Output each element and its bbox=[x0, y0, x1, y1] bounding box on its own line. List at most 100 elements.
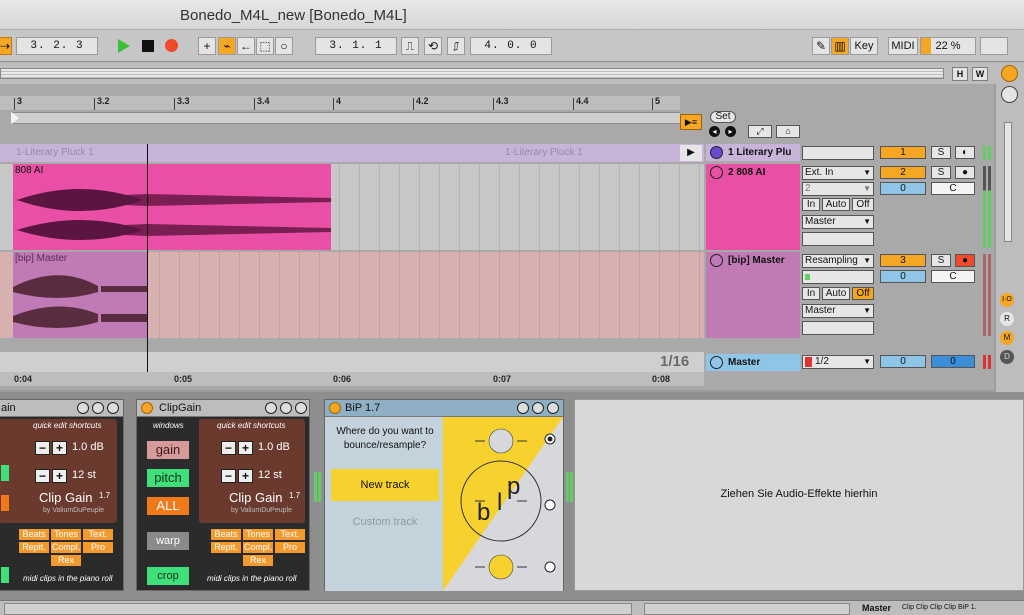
width-button[interactable]: W bbox=[972, 67, 988, 81]
pitch-minus[interactable]: − bbox=[221, 469, 236, 483]
master-output[interactable]: 1/2 ▼ bbox=[802, 355, 874, 369]
fold-icon[interactable] bbox=[710, 254, 723, 267]
monitor-off[interactable]: Off bbox=[852, 287, 874, 300]
record-icon[interactable] bbox=[165, 39, 178, 52]
device-icon-1[interactable] bbox=[517, 402, 529, 414]
track-header-2[interactable]: 2 808 AI bbox=[706, 164, 800, 181]
follow-icon[interactable]: ⇢ bbox=[0, 37, 12, 55]
pitch-button[interactable]: pitch bbox=[147, 469, 189, 487]
tag-repit[interactable]: Repit. bbox=[211, 542, 241, 553]
overdub-icon[interactable]: + bbox=[198, 37, 216, 55]
track2-activator[interactable]: 2 bbox=[880, 166, 926, 179]
tag-tones[interactable]: Tones bbox=[51, 529, 81, 540]
track-lane-1[interactable]: 1-Literary Pluck 1 1-Literary Pluck 1 ▶ bbox=[0, 144, 704, 162]
io-toggle-icon[interactable]: I·O bbox=[1000, 293, 1014, 307]
play-icon[interactable] bbox=[710, 356, 723, 369]
beat-ruler[interactable]: 3 3.2 3.3 3.4 4 4.2 4.3 4.4 5 bbox=[0, 96, 680, 110]
monitor-off[interactable]: Off bbox=[852, 198, 874, 211]
tag-rex[interactable]: Rex bbox=[51, 555, 81, 566]
prev-locator-icon[interactable]: ◂ bbox=[709, 126, 720, 137]
track2-input-type[interactable]: Ext. In ▼ bbox=[802, 166, 874, 180]
monitor-in[interactable]: In bbox=[802, 198, 820, 211]
back-to-arrangement-icon[interactable]: ← bbox=[237, 37, 255, 55]
tag-compl[interactable]: Compl. bbox=[51, 542, 81, 553]
punch-out-icon[interactable]: ⎎ bbox=[447, 37, 465, 55]
expand-icon[interactable]: ⤢ bbox=[748, 125, 772, 138]
track2-volume[interactable]: 0 bbox=[880, 182, 926, 195]
track2-pan[interactable]: C bbox=[931, 182, 975, 195]
clip-launch-icon[interactable]: ▶ bbox=[680, 145, 702, 161]
track3-activator[interactable]: 3 bbox=[880, 254, 926, 267]
arrangement-position-field[interactable]: 3. 2. 3 bbox=[16, 37, 98, 55]
master-lane[interactable]: 1/16 bbox=[0, 352, 704, 372]
tag-beats[interactable]: Beats bbox=[19, 529, 49, 540]
midi-map-button[interactable]: MIDI bbox=[888, 37, 918, 55]
delay-toggle[interactable]: D bbox=[1000, 350, 1014, 364]
audio-clip-bip-master[interactable]: [bip] Master bbox=[13, 252, 147, 338]
track2-input-channel[interactable]: 2 ▼ bbox=[802, 182, 874, 196]
mixer-toggle[interactable]: M bbox=[1000, 331, 1014, 345]
stop-icon[interactable] bbox=[142, 40, 154, 52]
play-icon[interactable] bbox=[710, 146, 723, 159]
gain-plus[interactable]: + bbox=[52, 441, 67, 455]
browser-toggle-icon[interactable] bbox=[1001, 65, 1018, 82]
save-icon[interactable] bbox=[547, 402, 559, 414]
crop-button[interactable]: crop bbox=[147, 567, 189, 585]
track3-input-channel[interactable] bbox=[802, 270, 874, 284]
tag-compl[interactable]: Compl. bbox=[243, 542, 273, 553]
tag-beats[interactable]: Beats bbox=[211, 529, 241, 540]
device-power-icon[interactable] bbox=[329, 402, 341, 414]
track3-output-sub[interactable] bbox=[802, 321, 874, 335]
returns-toggle[interactable]: R bbox=[1000, 312, 1014, 326]
loop-strip[interactable] bbox=[11, 112, 680, 124]
audio-clip-808[interactable]: 808 AI bbox=[13, 164, 331, 250]
tag-tones[interactable]: Tones bbox=[243, 529, 273, 540]
loop-length-field[interactable]: 4. 0. 0 bbox=[470, 37, 552, 55]
warp-button[interactable]: warp bbox=[147, 532, 189, 550]
capture-icon[interactable]: ⬚ bbox=[256, 37, 274, 55]
tag-repit[interactable]: Repit. bbox=[19, 542, 49, 553]
device-icon-2[interactable] bbox=[280, 402, 292, 414]
master-tab[interactable]: Master bbox=[862, 603, 891, 613]
track-lane-2[interactable]: 808 AI bbox=[0, 164, 704, 250]
track1-solo[interactable]: S bbox=[931, 146, 951, 159]
tag-rex[interactable]: Rex bbox=[243, 555, 273, 566]
track2-arm-icon[interactable]: ● bbox=[955, 166, 975, 179]
new-track-button[interactable]: New track bbox=[331, 469, 439, 501]
pitch-plus[interactable]: + bbox=[52, 469, 67, 483]
tag-pro[interactable]: Pro bbox=[275, 542, 305, 553]
master-volume[interactable]: 0 bbox=[880, 355, 926, 368]
gain-plus[interactable]: + bbox=[238, 441, 253, 455]
key-map-button[interactable]: Key bbox=[850, 37, 878, 55]
pitch-minus[interactable]: − bbox=[35, 469, 50, 483]
time-ruler[interactable]: 0:04 0:05 0:06 0:07 0:08 bbox=[0, 372, 704, 386]
device-clipgain[interactable]: ClipGain windows gain pitch ALL warp cro… bbox=[136, 399, 310, 591]
custom-track-button[interactable]: Custom track bbox=[331, 511, 439, 533]
gain-minus[interactable]: − bbox=[35, 441, 50, 455]
audio-effect-drop-zone[interactable]: Ziehen Sie Audio-Effekte hierhin bbox=[574, 399, 1024, 591]
track3-pan[interactable]: C bbox=[931, 270, 975, 283]
tag-text[interactable]: Text. bbox=[275, 529, 305, 540]
draw-mode-icon[interactable]: ✎ bbox=[812, 37, 830, 55]
next-locator-icon[interactable]: ▸ bbox=[725, 126, 736, 137]
vertical-scrollbar[interactable] bbox=[1004, 122, 1012, 242]
track-header-1[interactable]: 1 Literary Plu bbox=[706, 144, 800, 161]
device-bip[interactable]: BiP 1.7 Where do you want to bounce/resa… bbox=[324, 399, 564, 591]
fold-icon[interactable] bbox=[710, 166, 723, 179]
set-locator-button[interactable]: Set bbox=[710, 111, 736, 123]
tag-pro[interactable]: Pro bbox=[83, 542, 113, 553]
track3-volume[interactable]: 0 bbox=[880, 270, 926, 283]
follow-playback-button[interactable]: ▶≡ bbox=[680, 114, 702, 130]
save-icon[interactable] bbox=[107, 402, 119, 414]
help-view-button[interactable]: H bbox=[952, 67, 968, 81]
track-header-master[interactable]: Master bbox=[706, 354, 800, 371]
overview-scroll[interactable] bbox=[0, 68, 944, 79]
track-header-3[interactable]: [bip] Master bbox=[706, 252, 800, 269]
track2-output[interactable]: Master ▼ bbox=[802, 215, 874, 229]
monitor-auto[interactable]: Auto bbox=[822, 287, 850, 300]
all-button[interactable]: ALL bbox=[147, 497, 189, 515]
pitch-plus[interactable]: + bbox=[238, 469, 253, 483]
device-power-icon[interactable] bbox=[141, 402, 153, 414]
device-icon-2[interactable] bbox=[532, 402, 544, 414]
device-icon-2[interactable] bbox=[92, 402, 104, 414]
